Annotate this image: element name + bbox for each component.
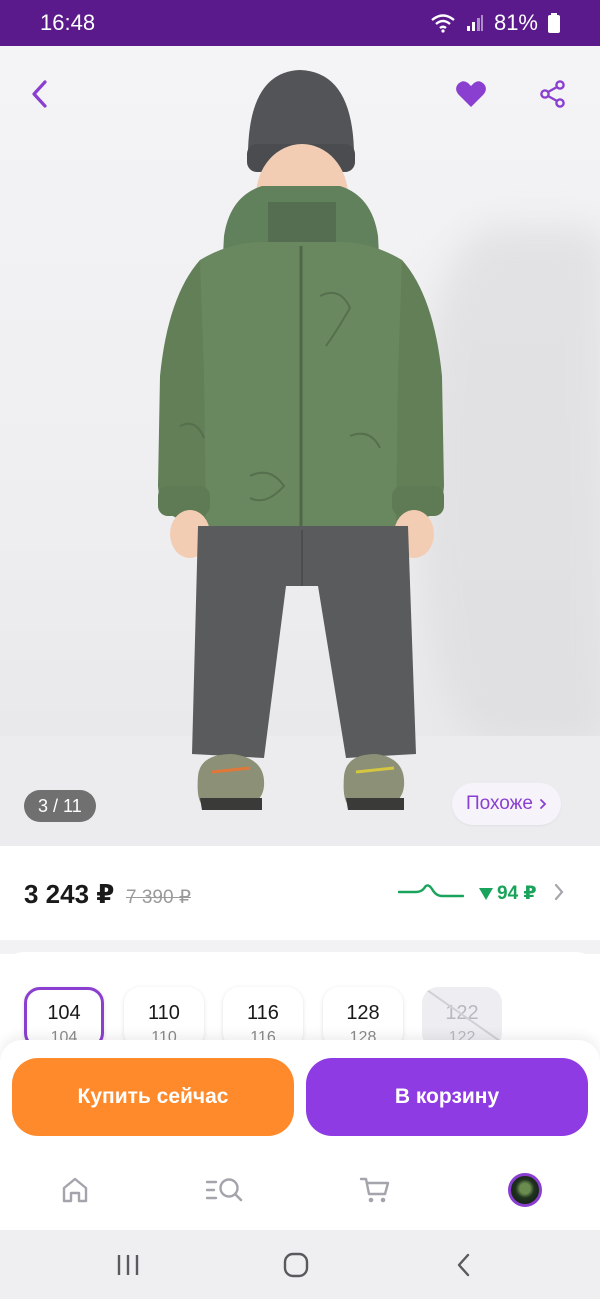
size-label: 122	[445, 1002, 479, 1024]
old-price: 7 390 ₽	[126, 887, 191, 908]
price-card: 3 243 ₽ 7 390 ₽ 94 ₽	[0, 846, 600, 940]
battery-percent: 81%	[493, 10, 538, 35]
product-image	[0, 70, 600, 846]
size-label: 110	[148, 1002, 180, 1024]
size-label: 116	[247, 1002, 279, 1024]
tab-cart[interactable]	[353, 1170, 397, 1210]
home-nav-button[interactable]	[274, 1247, 318, 1283]
chevron-right-icon	[540, 799, 547, 809]
favorite-button[interactable]	[447, 70, 495, 118]
recent-apps-button[interactable]	[106, 1247, 150, 1283]
action-bar: Купить сейчас В корзину	[0, 1040, 600, 1152]
tab-profile[interactable]	[503, 1170, 547, 1210]
back-nav-button[interactable]	[442, 1247, 486, 1283]
system-navigation-bar	[0, 1230, 600, 1299]
share-button[interactable]	[529, 70, 577, 118]
status-icons: 81%	[430, 10, 560, 36]
share-icon	[540, 80, 565, 108]
size-label: 128	[346, 1002, 380, 1024]
catalog-search-icon	[205, 1178, 243, 1202]
back-button[interactable]	[16, 70, 64, 118]
status-time: 16:48	[40, 10, 96, 35]
size-selector: 104 104 110 110 116 116 128 128 122 122	[0, 952, 600, 1052]
profile-avatar	[508, 1173, 542, 1207]
price-history-graph[interactable]	[398, 882, 464, 902]
status-bar: 16:48 81%	[0, 0, 600, 46]
image-counter: 3 / 11	[24, 790, 96, 822]
triangle-down-icon	[479, 887, 493, 900]
size-label: 104	[47, 1002, 81, 1024]
similar-label: Похоже	[466, 793, 533, 814]
battery-icon	[548, 13, 560, 33]
signal-icon	[466, 15, 483, 31]
tab-home[interactable]	[53, 1170, 97, 1210]
back-arrow-icon	[457, 1253, 470, 1277]
add-to-cart-button[interactable]: В корзину	[306, 1058, 588, 1136]
similar-button[interactable]: Похоже	[452, 783, 561, 825]
cart-icon	[359, 1177, 390, 1203]
wifi-icon	[431, 14, 455, 33]
chevron-left-icon	[32, 80, 47, 108]
heart-icon	[456, 81, 486, 107]
buy-now-button[interactable]: Купить сейчас	[12, 1058, 294, 1136]
home-icon	[62, 1177, 88, 1203]
price-drop-value: 94 ₽	[497, 883, 537, 904]
recent-apps-icon	[117, 1255, 139, 1275]
product-gallery[interactable]: 3 / 11 Похоже	[0, 46, 600, 846]
current-price: 3 243 ₽	[24, 879, 115, 909]
price-drop[interactable]: 94 ₽	[478, 882, 537, 905]
chevron-right-icon[interactable]	[552, 882, 566, 902]
tab-catalog[interactable]	[203, 1170, 247, 1210]
bottom-tab-bar	[0, 1152, 600, 1230]
home-square-icon	[283, 1252, 309, 1278]
